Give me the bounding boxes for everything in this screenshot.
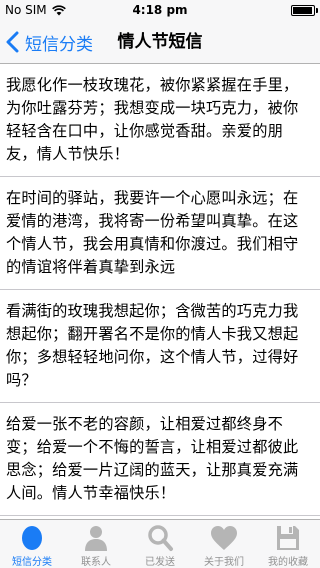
list-item[interactable]: 在时间的驿站，我要许一个心愿叫永远；在爱情的港湾，我将寄一份希望叫真挚。在这个情… [0, 177, 320, 290]
tab-sent[interactable]: 已发送 [128, 520, 192, 568]
list-item[interactable]: 看满街的玫瑰我想起你；含微苦的巧克力我想起你；翻开署名不是你的情人卡我又想起你；… [0, 290, 320, 403]
tab-label: 短信分类 [12, 557, 52, 568]
floppy-disk-icon [277, 526, 299, 550]
battery-cap [316, 8, 318, 13]
message-text: 我愿化作一枝玫瑰花，被你紧紧握在手里，为你吐露芬芳；我想变成一块巧克力，被你轻轻… [6, 76, 299, 163]
heart-icon [211, 526, 237, 550]
battery-fill [293, 7, 312, 14]
tab-about-us[interactable]: 关于我们 [192, 520, 256, 568]
list-item[interactable]: 我愿化作一枝玫瑰花，被你紧紧握在手里，为你吐露芬芳；我想变成一块巧克力，被你轻轻… [0, 64, 320, 177]
circle-icon [22, 526, 42, 550]
status-bar: No SIM 4:18 pm [0, 0, 320, 20]
tab-label: 我的收藏 [268, 557, 308, 568]
tab-label: 已发送 [145, 557, 175, 568]
tab-bar: 短信分类 联系人 已发送 关于我们 我的收藏 [0, 519, 320, 568]
tab-sms-categories[interactable]: 短信分类 [0, 520, 64, 568]
message-text: 看满街的玫瑰我想起你；含微苦的巧克力我想起你；翻开署名不是你的情人卡我又想起你；… [6, 302, 299, 389]
tab-label: 联系人 [81, 557, 111, 568]
message-list[interactable]: 我愿化作一枝玫瑰花，被你紧紧握在手里，为你吐露芬芳；我想变成一块巧克力，被你轻轻… [0, 64, 320, 519]
message-text: 在时间的驿站，我要许一个心愿叫永远；在爱情的港湾，我将寄一份希望叫真挚。在这个情… [6, 189, 299, 276]
search-icon [148, 525, 173, 551]
list-item[interactable]: 给爱一张不老的容颜，让相爱过都终身不变；给爱一个不悔的誓言，让相爱过都彼此思念；… [0, 403, 320, 516]
tab-contacts[interactable]: 联系人 [64, 520, 128, 568]
tab-label: 关于我们 [204, 557, 244, 568]
status-time: 4:18 pm [132, 3, 188, 17]
back-button-label: 短信分类 [25, 34, 93, 55]
message-text: 给爱一张不老的容颜，让相爱过都终身不变；给爱一个不悔的誓言，让相爱过都彼此思念；… [6, 415, 299, 502]
back-button[interactable]: 短信分类 [6, 20, 93, 64]
tab-my-favorites[interactable]: 我的收藏 [256, 520, 320, 568]
navigation-bar: 短信分类 情人节短信 [0, 20, 320, 64]
battery-icon [291, 5, 315, 16]
chevron-left-icon [6, 31, 19, 53]
person-icon [85, 526, 107, 551]
